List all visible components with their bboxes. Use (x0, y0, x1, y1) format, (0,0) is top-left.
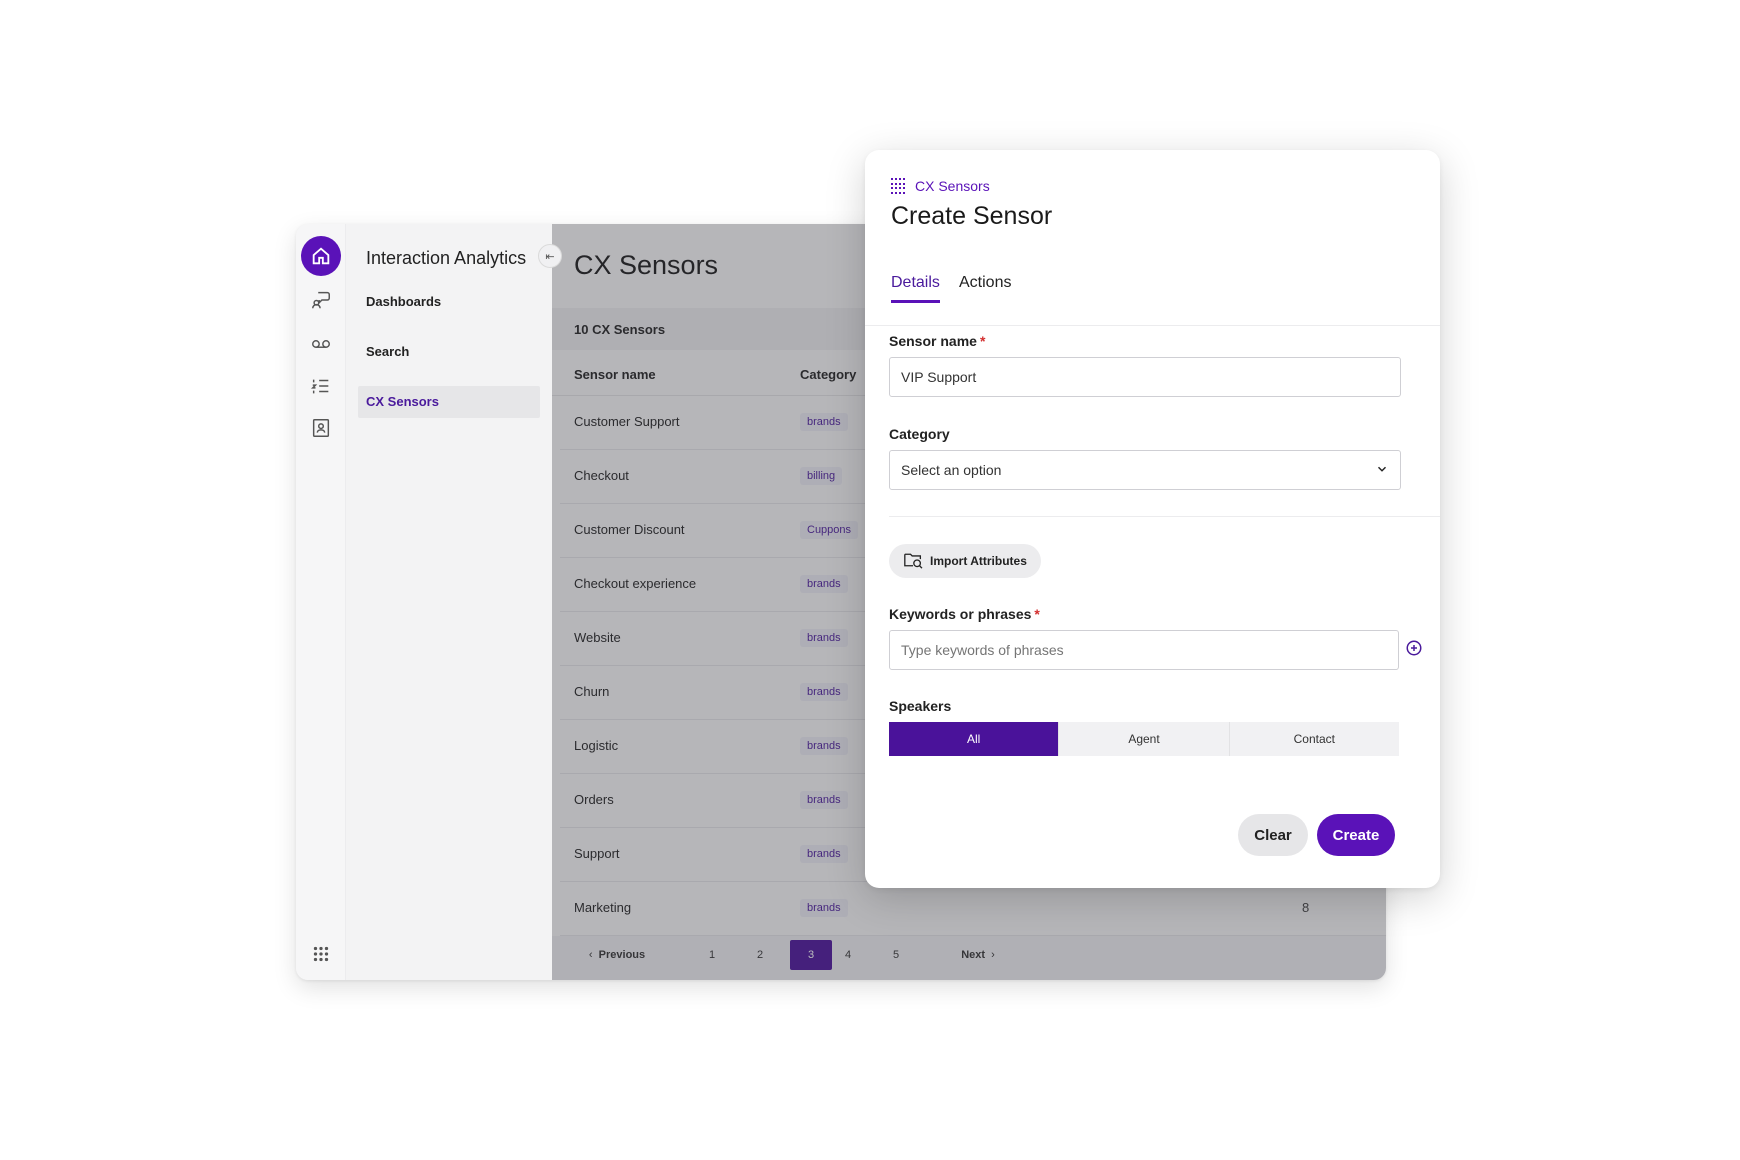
speaker-option-contact[interactable]: Contact (1229, 722, 1399, 756)
chevron-down-icon (1375, 462, 1389, 479)
speakers-label: Speakers (889, 698, 952, 714)
breadcrumb[interactable]: CX Sensors (891, 178, 990, 194)
nav-item-cx-sensors[interactable]: CX Sensors (358, 386, 540, 418)
import-attributes-button[interactable]: Import Attributes (889, 544, 1041, 578)
app-title: Interaction Analytics (366, 248, 527, 268)
contact-card-icon[interactable] (303, 410, 339, 446)
section-divider (889, 516, 1440, 517)
category-select[interactable]: Select an option (889, 450, 1401, 490)
sensor-name-label: Sensor name * (889, 333, 986, 349)
add-keyword-icon[interactable] (1405, 639, 1423, 657)
nav-item-search[interactable]: Search (358, 336, 540, 368)
clear-button[interactable]: Clear (1238, 814, 1308, 856)
keywords-input[interactable] (889, 630, 1399, 670)
voicemail-icon[interactable] (303, 326, 339, 362)
list-icon[interactable] (303, 368, 339, 404)
cx-sensors-grid-icon (891, 178, 907, 194)
apps-grid-icon[interactable] (303, 936, 339, 972)
tab-details[interactable]: Details (891, 274, 940, 303)
tab-actions[interactable]: Actions (959, 274, 1011, 300)
sensor-name-input[interactable] (889, 357, 1401, 397)
dialog-title: Create Sensor (891, 202, 1053, 230)
speakers-segmented-control: All Agent Contact (889, 722, 1399, 756)
category-select-value: Select an option (901, 462, 1002, 478)
icon-rail (296, 224, 346, 980)
nav-item-dashboards[interactable]: Dashboards (358, 286, 540, 318)
dialog-tabs (865, 270, 1440, 326)
home-icon[interactable] (301, 236, 341, 276)
sub-navigation: Interaction Analytics Dashboards Search … (346, 224, 552, 980)
breadcrumb-label: CX Sensors (915, 178, 990, 194)
speaker-option-agent[interactable]: Agent (1059, 722, 1230, 756)
import-attributes-label: Import Attributes (930, 554, 1027, 568)
speech-analytics-icon[interactable] (303, 282, 339, 318)
folder-search-icon (903, 551, 923, 572)
collapse-sidebar-icon[interactable]: ⇤ (538, 244, 562, 268)
keywords-label: Keywords or phrases * (889, 606, 1040, 622)
category-label: Category (889, 426, 950, 442)
create-sensor-dialog: CX Sensors Create Sensor Details Actions… (865, 150, 1440, 888)
create-button[interactable]: Create (1317, 814, 1395, 856)
speaker-option-all[interactable]: All (889, 722, 1060, 756)
